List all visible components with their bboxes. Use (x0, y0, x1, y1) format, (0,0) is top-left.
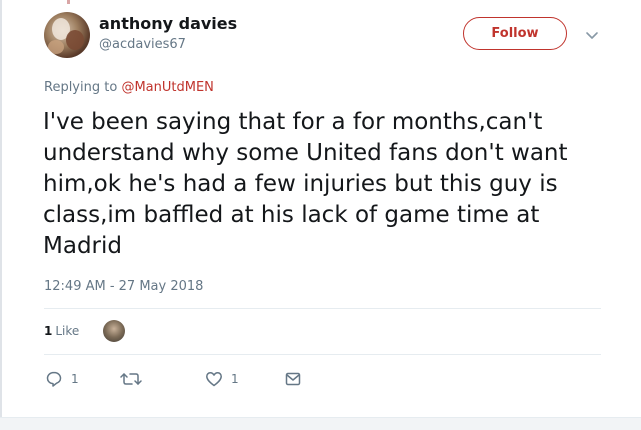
tweet-timestamp[interactable]: 12:49 AM - 27 May 2018 (44, 279, 203, 294)
user-handle[interactable]: @acdavies67 (99, 37, 186, 52)
tweet-text: I've been saying that for a for months,c… (43, 107, 623, 262)
tweet-text-line: him,ok he's had a few injuries but this … (43, 171, 558, 197)
tweet-text-line: I've been saying that for a for months,c… (43, 109, 543, 135)
divider (44, 308, 601, 309)
window-bottom-edge (0, 417, 641, 430)
reply-button[interactable]: 1 (45, 370, 79, 388)
replying-to-prefix: Replying to (44, 80, 122, 95)
chevron-down-icon[interactable] (584, 27, 600, 43)
like-count: 1 (231, 372, 239, 386)
heart-icon (205, 370, 223, 388)
replying-to-line: Replying to @ManUtdMEN (44, 80, 214, 95)
divider (44, 354, 601, 355)
liker-avatar[interactable] (103, 320, 125, 342)
top-marker (67, 0, 70, 4)
like-button[interactable]: 1 (205, 370, 239, 388)
tweet-text-line: understand why some United fans don't wa… (43, 140, 568, 166)
reply-icon (45, 370, 63, 388)
reply-count: 1 (71, 372, 79, 386)
direct-message-button[interactable] (285, 370, 301, 388)
replying-to-mention[interactable]: @ManUtdMEN (121, 80, 213, 95)
tweet-text-line: Madrid (43, 233, 122, 259)
likes-summary[interactable]: 1 Like (44, 324, 79, 338)
follow-button[interactable]: Follow (463, 17, 567, 50)
likes-label: Like (55, 324, 80, 338)
display-name[interactable]: anthony davies (99, 14, 237, 33)
retweet-icon (120, 370, 142, 388)
tweet-text-line: class,im baffled at his lack of game tim… (43, 202, 540, 228)
likes-count: 1 (44, 324, 53, 338)
envelope-icon (285, 370, 301, 388)
user-avatar[interactable] (44, 12, 90, 58)
window-left-edge (0, 0, 2, 430)
retweet-button[interactable] (120, 370, 150, 388)
